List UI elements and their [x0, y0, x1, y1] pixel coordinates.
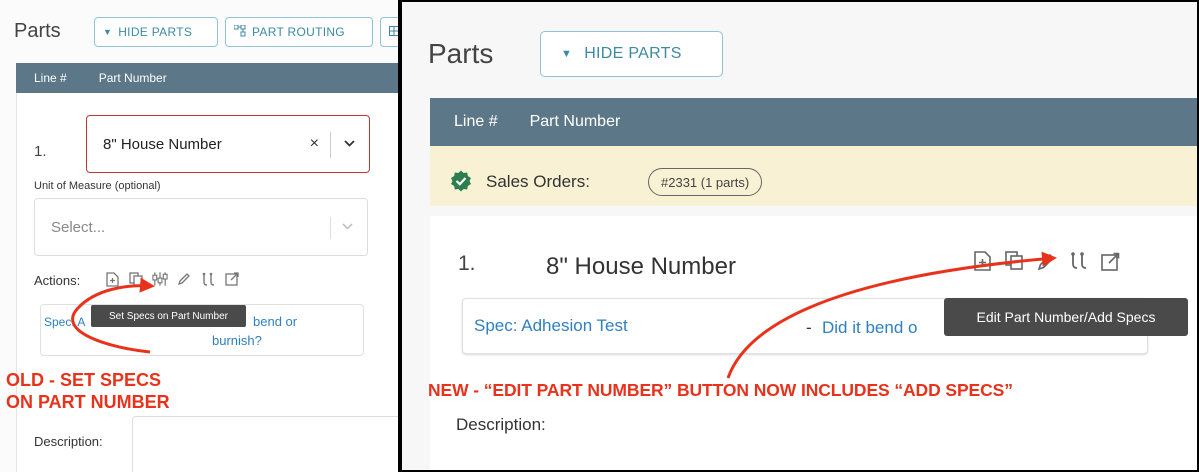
unit-of-measure-label: Unit of Measure (optional): [34, 180, 161, 192]
verified-check-icon: [450, 170, 472, 192]
old-callout-line2: ON PART NUMBER: [6, 392, 170, 412]
hide-parts-label: HIDE PARTS: [584, 45, 682, 62]
edit-part-number-tooltip: Edit Part Number/Add Specs: [944, 298, 1188, 336]
actions-label: Actions:: [34, 273, 81, 288]
set-specs-tooltip: Set Specs on Part Number: [91, 305, 246, 327]
column-part-number: Part Number: [529, 113, 621, 130]
grid-icon: [389, 25, 398, 39]
copy-icon[interactable]: [1004, 248, 1024, 274]
caret-down-icon: ▼: [103, 27, 113, 37]
description-label: Description:: [34, 434, 103, 449]
unit-of-measure-select[interactable]: Select...: [34, 198, 368, 256]
select-separator: [330, 132, 331, 158]
chevron-down-icon[interactable]: [344, 138, 355, 150]
pencil-icon[interactable]: [176, 269, 192, 289]
page-title: Parts: [428, 38, 494, 69]
description-label: Description:: [456, 415, 546, 434]
file-add-icon[interactable]: [972, 248, 992, 274]
line-number: 1.: [458, 252, 476, 275]
spec-link[interactable]: Spec: A: [44, 315, 85, 329]
more-toolbar-button[interactable]: [380, 17, 398, 47]
part-routing-label: PART ROUTING: [252, 25, 345, 39]
external-link-icon[interactable]: [224, 269, 240, 289]
column-line-number: Line #: [34, 71, 67, 85]
external-link-icon[interactable]: [1100, 248, 1120, 274]
new-ui-panel: Parts ▼ HIDE PARTS Line # Part Number Sa…: [402, 0, 1199, 472]
sales-order-pill[interactable]: #2331 (1 parts): [648, 168, 763, 196]
hide-parts-button[interactable]: ▼ HIDE PARTS: [540, 31, 723, 77]
copy-icon[interactable]: [128, 269, 144, 289]
unit-of-measure-placeholder: Select...: [51, 218, 106, 236]
spec-question-link-line2[interactable]: burnish?: [212, 333, 262, 348]
parts-table-header: Line # Part Number: [430, 98, 1197, 146]
routing-icon[interactable]: [200, 269, 216, 289]
spec-question-link[interactable]: bend or: [253, 314, 297, 329]
specs-icon[interactable]: [152, 269, 168, 289]
old-callout-line1: OLD - SET SPECS: [6, 370, 162, 390]
column-line-number: Line #: [454, 113, 498, 130]
page-title: Parts: [14, 20, 61, 42]
routing-grid-icon: [233, 24, 246, 40]
chevron-down-icon[interactable]: [342, 221, 353, 233]
hide-parts-button[interactable]: ▼ HIDE PARTS: [94, 17, 218, 47]
part-number-value: 8" House Number: [103, 135, 222, 153]
file-add-icon[interactable]: [104, 269, 120, 289]
old-ui-panel: Parts ▼ HIDE PARTS PART ROUTING Line # P…: [0, 0, 398, 472]
actions-toolbar: [972, 248, 1120, 274]
parts-table-header: Line # Part Number: [16, 63, 398, 93]
description-textarea[interactable]: [132, 416, 398, 472]
line-number: 1.: [34, 143, 47, 160]
part-number-select[interactable]: 8" House Number ×: [86, 115, 370, 173]
routing-icon[interactable]: [1068, 248, 1088, 274]
part-number-text: 8" House Number: [546, 253, 736, 280]
column-part-number: Part Number: [98, 71, 167, 85]
spec-link[interactable]: Spec: Adhesion Test: [474, 316, 628, 336]
spec-question-link[interactable]: Did it bend o: [822, 318, 917, 338]
old-callout: OLD - SET SPECS ON PART NUMBER: [6, 369, 170, 413]
new-callout: NEW - “EDIT PART NUMBER” BUTTON NOW INCL…: [428, 380, 1013, 400]
clear-icon[interactable]: ×: [310, 135, 319, 153]
part-routing-button[interactable]: PART ROUTING: [225, 17, 373, 47]
caret-down-icon: ▼: [561, 48, 573, 60]
pencil-icon[interactable]: [1036, 248, 1056, 274]
hide-parts-label: HIDE PARTS: [118, 25, 193, 39]
sales-orders-label: Sales Orders:: [486, 172, 590, 191]
spec-separator: -: [806, 318, 812, 337]
select-separator: [330, 217, 331, 239]
actions-toolbar: [104, 269, 240, 289]
